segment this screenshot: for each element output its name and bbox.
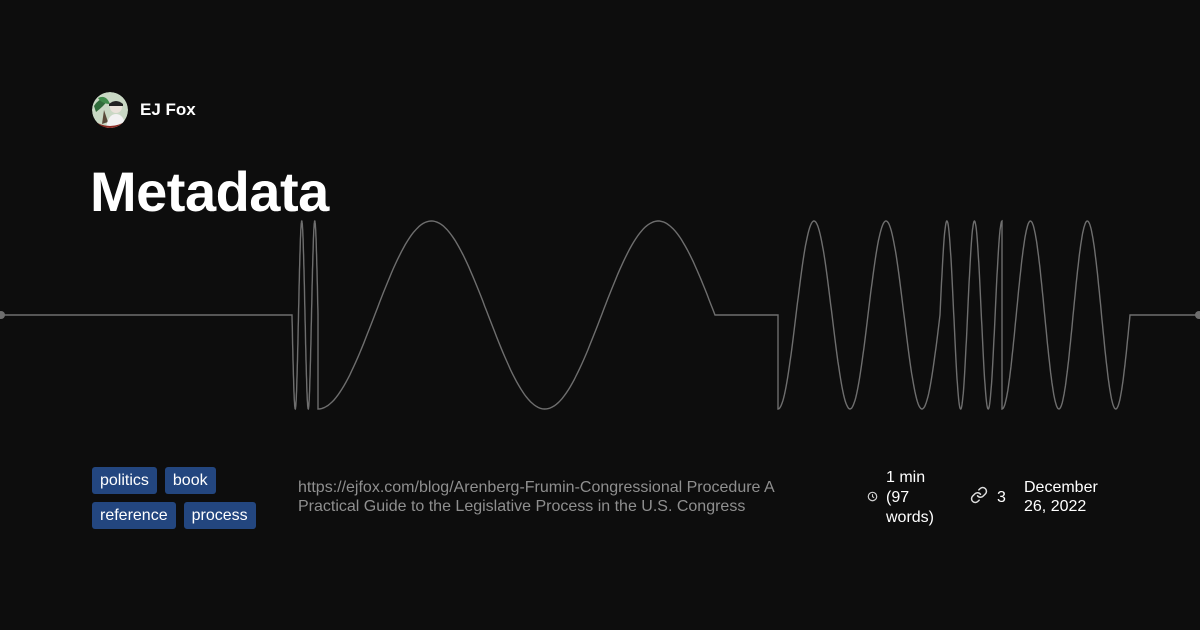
link-count: 3 [970,486,1006,509]
link-icon [970,486,988,509]
tag-badge[interactable]: book [164,467,216,494]
tag-badge[interactable]: politics [92,467,157,494]
avatar[interactable] [92,92,128,128]
page-title: Metadata [90,160,329,223]
tag-badge[interactable]: reference [92,502,176,529]
waveform-end-dot [1195,311,1200,319]
waveform-start-dot [0,311,5,319]
author-byline: EJ Fox [92,92,196,128]
reading-time: 1 min (97 words) [867,468,948,528]
reading-time-text: 1 min (97 words) [886,469,935,526]
post-date: December 26, 2022 [1024,479,1098,515]
og-card: EJ Fox Metadata politics book reference … [0,0,1200,630]
tag-badge[interactable]: process [183,502,256,529]
post-url[interactable]: https://ejfox.com/blog/Arenberg-Frumin-C… [298,478,828,516]
waveform-line [0,219,1200,411]
author-name[interactable]: EJ Fox [140,100,196,120]
link-count-value: 3 [997,488,1006,506]
tag-list: politics book reference process [92,467,277,529]
clock-icon [867,489,878,507]
